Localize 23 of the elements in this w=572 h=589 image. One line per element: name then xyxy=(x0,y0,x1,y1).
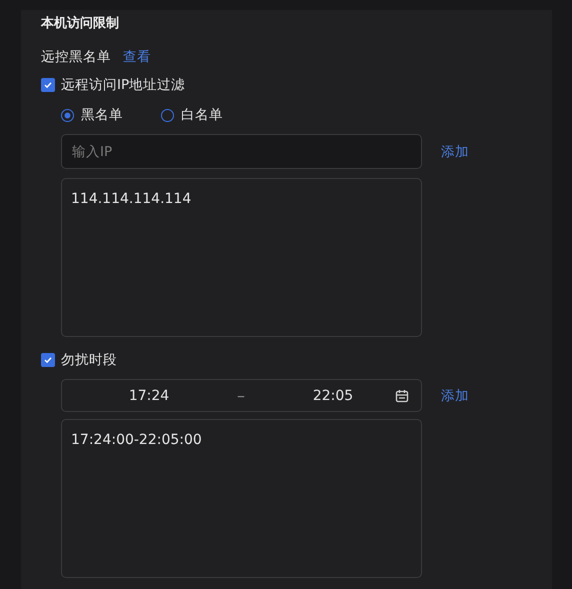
checkbox[interactable] xyxy=(41,78,55,92)
ip-list-box[interactable]: 114.114.114.114 xyxy=(61,178,422,337)
range-separator: – xyxy=(236,386,246,405)
end-time: 22:05 xyxy=(312,388,354,404)
section-title: 本机访问限制 xyxy=(41,14,120,33)
ip-filter-label: 远程访问IP地址过滤 xyxy=(61,76,186,94)
ip-entry: 114.114.114.114 xyxy=(71,191,192,207)
view-link[interactable]: 查看 xyxy=(123,48,151,66)
time-range-field[interactable]: 17:24 – 22:05 xyxy=(61,379,422,412)
radio-button[interactable] xyxy=(61,108,74,122)
time-list-box[interactable]: 17:24:00-22:05:00 xyxy=(61,419,422,578)
add-link[interactable]: 添加 xyxy=(441,142,469,160)
radio-label: 白名单 xyxy=(181,106,223,124)
start-time: 17:24 xyxy=(128,388,170,404)
time-entry: 17:24:00-22:05:00 xyxy=(71,432,203,448)
dnd-label: 勿扰时段 xyxy=(61,351,117,369)
radio-button[interactable] xyxy=(161,108,174,122)
calendar-icon xyxy=(395,388,409,402)
radio-label: 黑名单 xyxy=(81,106,123,124)
remote-blacklist-label: 远控黑名单 xyxy=(41,48,111,66)
add-link[interactable]: 添加 xyxy=(441,386,469,404)
checkbox[interactable] xyxy=(41,353,55,367)
ip-input-field[interactable]: 输入IP xyxy=(61,134,422,169)
